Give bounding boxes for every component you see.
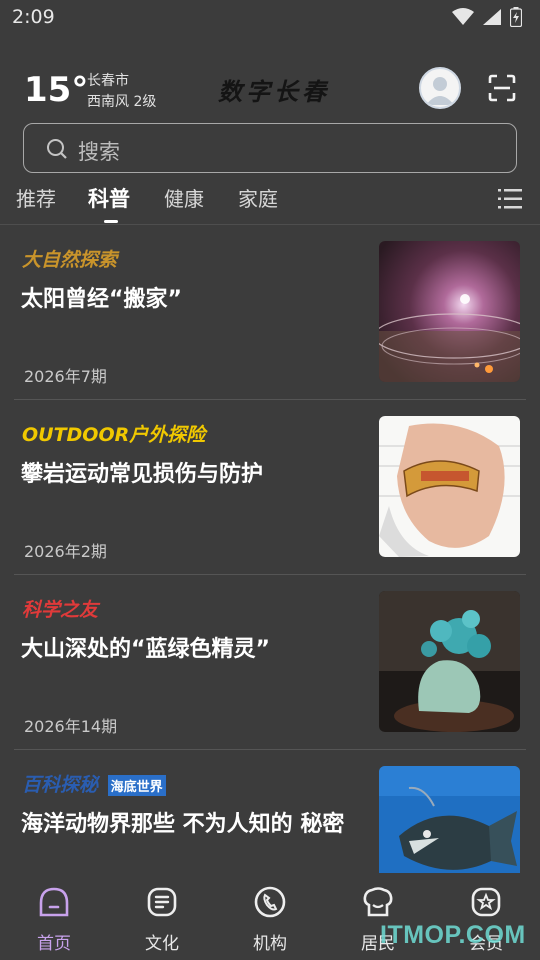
- avatar[interactable]: [419, 67, 461, 109]
- article-title: 攀岩运动常见损伤与防护: [21, 462, 264, 487]
- article-issue: 2026年14期: [24, 717, 118, 736]
- article-feed[interactable]: 大自然探索 太阳曾经“搬家” 2026年7期 OUTDOOR户外探险 攀岩运动常…: [0, 225, 540, 873]
- search-placeholder: 搜索: [78, 140, 120, 164]
- member-star-icon: [471, 887, 501, 917]
- climbing-hand-thumbnail: [379, 416, 520, 557]
- article-card[interactable]: 大自然探索 太阳曾经“搬家” 2026年7期: [14, 225, 526, 400]
- nav-institution-label: 机构: [253, 934, 287, 954]
- app-logo: 数字长春: [218, 77, 330, 106]
- weather-city: 长春市: [87, 73, 129, 89]
- magazine-badge: 海底世界: [107, 775, 166, 796]
- menu-list-icon[interactable]: [498, 188, 522, 210]
- article-title: 太阳曾经“搬家”: [21, 287, 182, 312]
- weather-temperature: 15°: [24, 70, 89, 110]
- user-avatar-icon: [426, 77, 454, 105]
- magazine-source: OUTDOOR户外探险: [22, 424, 206, 446]
- battery-icon: [510, 7, 522, 27]
- magazine-source: 百科探秘 海底世界: [22, 770, 166, 796]
- article-issue: 2026年2期: [24, 542, 107, 561]
- signal-icon: [483, 9, 501, 25]
- galaxy-thumbnail: [379, 241, 520, 382]
- tab-science[interactable]: 科普: [88, 183, 130, 213]
- tab-health[interactable]: 健康: [164, 183, 204, 212]
- scan-icon[interactable]: [488, 74, 516, 102]
- weather-wind: 西南风 2级: [87, 94, 157, 110]
- tab-family[interactable]: 家庭: [238, 183, 278, 212]
- article-title: 大山深处的“蓝绿色精灵”: [21, 637, 270, 662]
- search-input[interactable]: 搜索: [23, 123, 517, 173]
- nav-home[interactable]: 首页: [14, 885, 94, 954]
- article-card[interactable]: 百科探秘 海底世界 海洋动物界那些 不为人知的 秘密: [14, 750, 526, 873]
- search-icon: [47, 139, 67, 159]
- article-issue: 2026年7期: [24, 367, 107, 386]
- turquoise-carving-thumbnail: [379, 591, 520, 732]
- phone-icon: [254, 886, 286, 918]
- nav-culture[interactable]: 文化: [122, 885, 202, 954]
- residents-icon: [363, 887, 393, 917]
- nav-home-label: 首页: [37, 934, 71, 954]
- magazine-source: 大自然探索: [22, 249, 118, 271]
- magazine-source: 科学之友: [22, 599, 99, 621]
- article-card[interactable]: 科学之友 大山深处的“蓝绿色精灵” 2026年14期: [14, 575, 526, 750]
- wifi-icon: [452, 8, 474, 25]
- status-time: 2:09: [12, 6, 55, 28]
- category-tabs: 推荐 科普 健康 家庭: [0, 180, 540, 224]
- article-card[interactable]: OUTDOOR户外探险 攀岩运动常见损伤与防护 2026年2期: [14, 400, 526, 575]
- anglerfish-thumbnail: [379, 766, 520, 873]
- article-title: 海洋动物界那些 不为人知的 秘密: [21, 812, 345, 837]
- culture-icon: [147, 887, 177, 917]
- status-bar: 2:09: [0, 0, 540, 38]
- magazine-source-name: 百科探秘: [22, 774, 99, 796]
- tab-active-indicator: [104, 220, 118, 223]
- home-icon: [39, 887, 69, 917]
- watermark: ITMOP.COM: [380, 921, 526, 949]
- nav-culture-label: 文化: [145, 934, 179, 954]
- status-icons: [452, 7, 522, 27]
- tab-recommend[interactable]: 推荐: [16, 183, 56, 212]
- nav-institution[interactable]: 机构: [230, 885, 310, 954]
